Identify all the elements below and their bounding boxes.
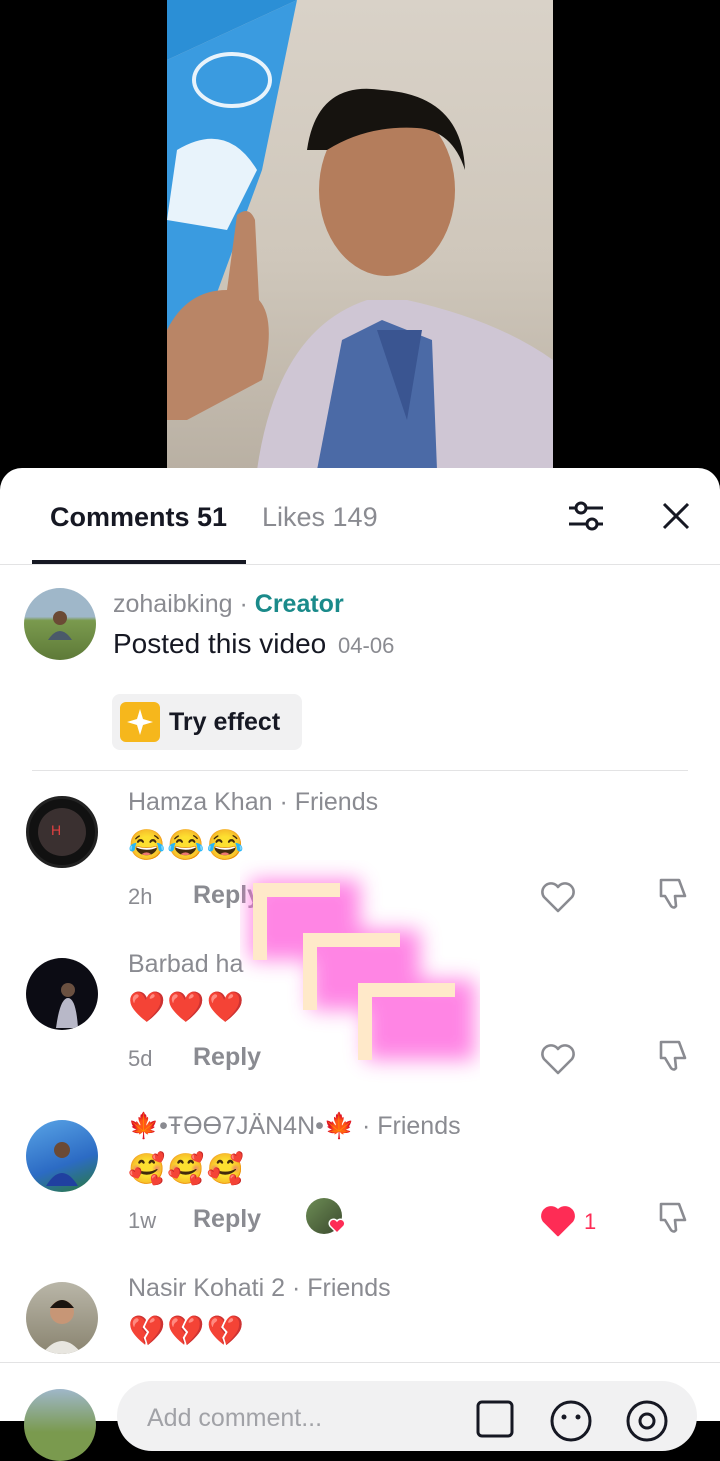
my-avatar[interactable] <box>24 1389 96 1461</box>
reply-button[interactable]: Reply <box>193 1043 261 1072</box>
reply-button[interactable]: Reply <box>193 881 261 910</box>
video-frame <box>167 0 553 470</box>
reply-button[interactable]: Reply <box>193 1205 261 1234</box>
close-icon <box>662 502 690 530</box>
tab-comments[interactable]: Comments 51 <box>50 502 227 533</box>
comment-time: 2h <box>128 884 153 909</box>
comments-sheet: Comments 51 Likes 149 zohaibking · Creat… <box>0 468 720 1420</box>
like-count: 1 <box>584 1209 597 1234</box>
dislike-button[interactable] <box>655 876 697 918</box>
post-caption: Posted this video <box>113 628 327 659</box>
creator-post-text: Posted this video 04-06 <box>113 628 394 660</box>
commenter-avatar[interactable]: H <box>26 796 98 868</box>
name-separator: · <box>239 590 248 618</box>
comment-text: 💔💔💔 <box>128 1315 247 1348</box>
commenter-avatar[interactable] <box>26 1282 98 1354</box>
comment-input[interactable] <box>145 1399 449 1437</box>
comment-text: 🥰🥰🥰 <box>128 1153 247 1186</box>
active-tab-indicator <box>32 560 246 564</box>
commenter-name[interactable]: 🍁•ŦӨӨ7JÄN4N•🍁 · Friends <box>128 1112 461 1141</box>
commenter-name[interactable]: Barbad ha <box>128 950 243 979</box>
comment-composer <box>0 1362 720 1461</box>
try-effect-button[interactable]: Try effect <box>112 694 302 750</box>
effect-sparkle-icon <box>120 702 160 742</box>
svg-text:H: H <box>51 822 61 838</box>
creator-avatar[interactable] <box>24 588 96 660</box>
comment-input-pill[interactable] <box>117 1381 697 1451</box>
creator-username[interactable]: zohaibking <box>113 590 233 618</box>
try-effect-label: Try effect <box>169 707 281 736</box>
commenter-avatar[interactable] <box>26 958 98 1030</box>
dislike-button[interactable] <box>655 1200 697 1242</box>
tab-likes[interactable]: Likes 149 <box>262 502 378 533</box>
close-button[interactable] <box>652 492 700 540</box>
comment-text: ❤️❤️❤️ <box>128 991 247 1024</box>
comment-item: H Hamza Khan · Friends 😂😂😂 2h Reply <box>0 788 720 950</box>
dislike-icon <box>659 1202 687 1233</box>
dislike-icon <box>659 878 687 909</box>
like-button[interactable] <box>540 1038 582 1080</box>
comment-item: 🍁•ŦӨӨ7JÄN4N•🍁 · Friends 🥰🥰🥰 1w Reply 1 <box>0 1112 720 1274</box>
heart-icon <box>541 1206 575 1237</box>
tab-bar: Comments 51 Likes 149 <box>0 468 720 565</box>
filter-button[interactable] <box>562 492 610 540</box>
like-button[interactable] <box>540 1200 582 1242</box>
image-icon[interactable] <box>475 1399 515 1439</box>
filter-icon <box>569 501 603 531</box>
dislike-button[interactable] <box>655 1038 697 1080</box>
dislike-icon <box>659 1040 687 1071</box>
commenter-avatar[interactable] <box>26 1120 98 1192</box>
heart-icon <box>541 882 575 913</box>
heart-icon <box>541 1044 575 1075</box>
comment-text: 😂😂😂 <box>128 829 247 862</box>
commenter-name[interactable]: Nasir Kohati 2 · Friends <box>128 1274 391 1303</box>
commenter-name[interactable]: Hamza Khan · Friends <box>128 788 378 817</box>
creator-name-line: zohaibking · Creator <box>113 590 344 619</box>
creator-liked-heart-icon <box>328 1218 346 1234</box>
comment-item: Barbad ha ❤️❤️❤️ 5d Reply <box>0 950 720 1112</box>
video-scene-image <box>167 0 553 470</box>
comment-time: 1w <box>128 1208 157 1233</box>
comment-time: 5d <box>128 1046 153 1071</box>
emoji-icon[interactable] <box>549 1399 593 1443</box>
video-player[interactable] <box>0 0 720 480</box>
divider <box>32 770 688 771</box>
mention-icon[interactable] <box>625 1399 669 1443</box>
like-button[interactable] <box>540 876 582 918</box>
post-date: 04-06 <box>338 633 395 658</box>
creator-badge: Creator <box>254 590 344 618</box>
